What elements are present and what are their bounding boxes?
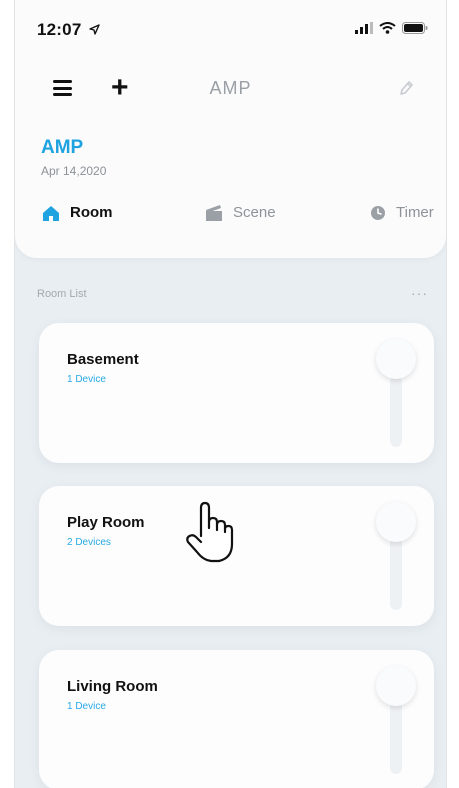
dimmer-slider[interactable] bbox=[376, 502, 416, 610]
status-indicators bbox=[355, 22, 428, 34]
status-time: 12:07 bbox=[37, 20, 101, 40]
tab-timer-label: Timer bbox=[396, 204, 434, 221]
tab-room-label: Room bbox=[70, 204, 113, 221]
room-card-basement[interactable]: Basement 1 Device bbox=[39, 323, 434, 463]
room-device-count: 1 Device bbox=[67, 374, 106, 385]
home-date: Apr 14,2020 bbox=[41, 164, 107, 178]
room-name: Living Room bbox=[67, 678, 158, 695]
clock-icon bbox=[371, 205, 385, 220]
cellular-signal-icon bbox=[355, 22, 373, 34]
room-card-living-room[interactable]: Living Room 1 Device bbox=[39, 650, 434, 788]
wifi-icon bbox=[379, 22, 396, 34]
room-name: Basement bbox=[67, 351, 139, 368]
tab-scene-label: Scene bbox=[233, 204, 276, 221]
location-arrow-icon bbox=[89, 24, 101, 35]
hand-pointer-icon bbox=[186, 501, 234, 563]
room-device-count: 2 Devices bbox=[67, 537, 111, 548]
room-device-count: 1 Device bbox=[67, 701, 106, 712]
tab-timer[interactable]: Timer bbox=[370, 204, 434, 221]
battery-icon bbox=[402, 22, 428, 34]
tab-room[interactable]: Room bbox=[42, 204, 113, 221]
home-name[interactable]: AMP bbox=[41, 137, 83, 159]
more-options-icon[interactable]: ··· bbox=[411, 285, 428, 301]
room-name: Play Room bbox=[67, 514, 145, 531]
app-screen: 12:07 + AMP AMP Apr 14,2020 Room Scene T… bbox=[14, 0, 447, 788]
room-list-label: Room List bbox=[37, 288, 87, 300]
status-time-text: 12:07 bbox=[37, 20, 82, 39]
slider-knob[interactable] bbox=[376, 666, 416, 706]
dimmer-slider[interactable] bbox=[376, 339, 416, 447]
dimmer-slider[interactable] bbox=[376, 666, 416, 774]
clapperboard-icon bbox=[206, 204, 222, 221]
pencil-icon[interactable] bbox=[398, 79, 414, 97]
header-panel: 12:07 + AMP AMP Apr 14,2020 Room Scene T… bbox=[15, 0, 446, 258]
house-icon bbox=[43, 205, 59, 221]
slider-knob[interactable] bbox=[376, 502, 416, 542]
tab-bar: Room Scene Timer bbox=[15, 204, 446, 234]
slider-knob[interactable] bbox=[376, 339, 416, 379]
tab-scene[interactable]: Scene bbox=[205, 204, 276, 221]
header-title: AMP bbox=[209, 78, 252, 98]
